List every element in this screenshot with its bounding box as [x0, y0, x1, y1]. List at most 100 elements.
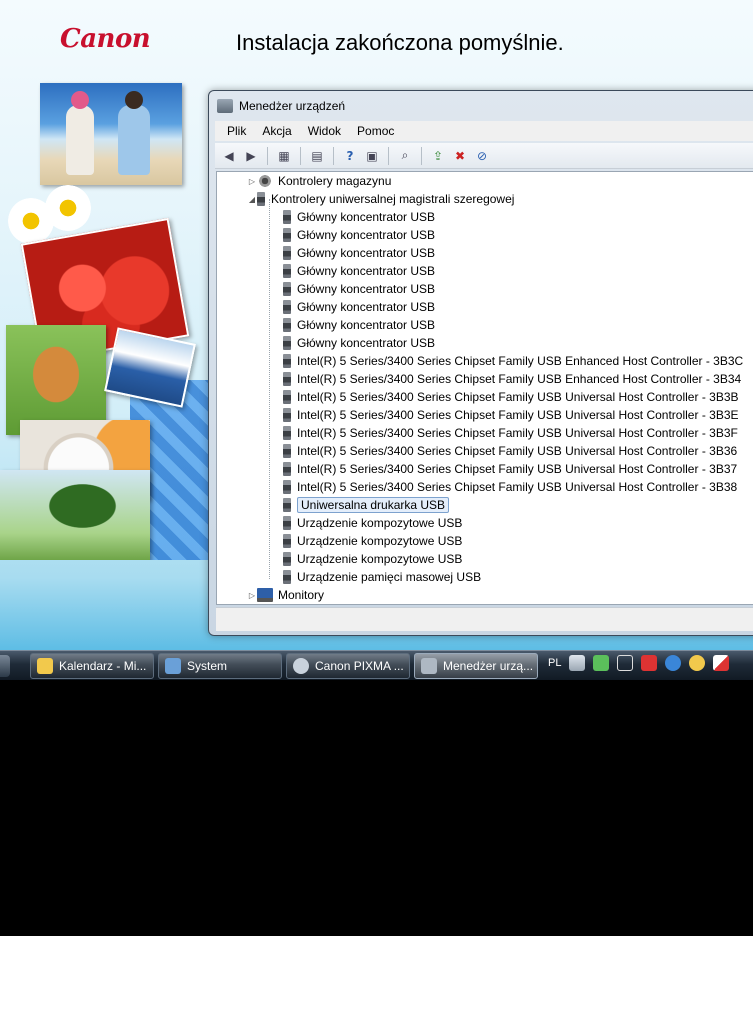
- taskbar-button-system[interactable]: System: [158, 653, 282, 679]
- tree-item-usb-printer-selected[interactable]: Uniwersalna drukarka USB: [283, 496, 450, 514]
- usb-icon: [283, 264, 291, 278]
- usb-icon: [283, 210, 291, 224]
- usb-icon: [283, 282, 291, 296]
- tree-item-usb-device[interactable]: Intel(R) 5 Series/3400 Series Chipset Fa…: [283, 406, 739, 424]
- keyboard-icon[interactable]: [569, 655, 586, 671]
- usb-icon: [283, 408, 291, 422]
- tree-item-usb-device[interactable]: Urządzenie kompozytowe USB: [283, 514, 462, 532]
- usb-icon: [283, 354, 291, 368]
- safely-remove-hardware-icon[interactable]: [593, 655, 610, 671]
- usb-icon: [283, 534, 291, 548]
- uninstall-device-icon[interactable]: ✖: [450, 147, 470, 165]
- tree-node-monitors[interactable]: ▷ Monitory: [247, 586, 324, 604]
- tree-item-usb-device[interactable]: Główny koncentrator USB: [283, 334, 435, 352]
- menu-file[interactable]: Plik: [221, 124, 252, 138]
- usb-icon: [283, 336, 291, 350]
- expand-arrow-icon[interactable]: ▷: [247, 177, 257, 186]
- installer-photo-collage: [0, 80, 215, 560]
- system-icon: [165, 658, 181, 674]
- tree-item-usb-device[interactable]: Urządzenie kompozytowe USB: [283, 550, 462, 568]
- forward-arrow-icon[interactable]: ▶: [241, 147, 261, 165]
- help-icon[interactable]: ?: [340, 147, 360, 165]
- calendar-tray-icon[interactable]: [689, 655, 706, 671]
- update-driver-icon[interactable]: ⇪: [428, 147, 448, 165]
- tree-item-usb-device[interactable]: Główny koncentrator USB: [283, 262, 435, 280]
- usb-icon: [283, 318, 291, 332]
- tree-node-storage-controllers[interactable]: ▷ Kontrolery magazynu: [247, 172, 391, 190]
- tree-photo: [0, 470, 150, 560]
- properties-icon[interactable]: ▤: [307, 147, 327, 165]
- canon-logo: Canon: [60, 24, 151, 54]
- device-manager-icon: [421, 658, 437, 674]
- tree-item-usb-device[interactable]: Intel(R) 5 Series/3400 Series Chipset Fa…: [283, 442, 737, 460]
- taskbar: Kalendarz - Mi... System Canon PIXMA ...…: [0, 650, 753, 680]
- lightning-icon[interactable]: [665, 655, 682, 671]
- scan-hardware-icon[interactable]: ⌕: [395, 147, 415, 165]
- menu-bar: Plik Akcja Widok Pomoc: [215, 121, 753, 141]
- collapse-arrow-icon[interactable]: ◢: [247, 195, 257, 204]
- menu-view[interactable]: Widok: [302, 124, 347, 138]
- white-area: [0, 936, 753, 1024]
- tree-item-usb-device[interactable]: Urządzenie pamięci masowej USB: [283, 568, 481, 586]
- device-tree[interactable]: ▷ Kontrolery magazynu ◢ Kontrolery uniwe…: [216, 171, 753, 605]
- tree-item-usb-device[interactable]: Główny koncentrator USB: [283, 226, 435, 244]
- system-tray: PL: [548, 655, 730, 671]
- device-manager-icon: [217, 99, 233, 113]
- tree-item-usb-device[interactable]: Intel(R) 5 Series/3400 Series Chipset Fa…: [283, 370, 741, 388]
- tree-item-usb-device[interactable]: Urządzenie kompozytowe USB: [283, 532, 462, 550]
- usb-icon: [283, 426, 291, 440]
- usb-icon: [283, 444, 291, 458]
- taskbar-button-device-manager[interactable]: Menedżer urzą...: [414, 653, 538, 679]
- toolbar: ◀ ▶ ▦ ▤ ? ▣ ⌕ ⇪ ✖ ⊘: [215, 143, 753, 169]
- usb-icon: [283, 516, 291, 530]
- menu-help[interactable]: Pomoc: [351, 124, 400, 138]
- status-bar: [216, 607, 753, 631]
- dog-photo: [6, 325, 106, 435]
- tree-item-usb-device[interactable]: Główny koncentrator USB: [283, 244, 435, 262]
- tree-item-usb-device[interactable]: Intel(R) 5 Series/3400 Series Chipset Fa…: [283, 388, 739, 406]
- start-button[interactable]: [0, 655, 10, 677]
- desktop: Canon Instalacja zakończona pomyślnie. M…: [0, 0, 753, 680]
- usb-icon: [257, 192, 265, 206]
- tree-item-usb-device[interactable]: Główny koncentrator USB: [283, 298, 435, 316]
- daisy-image: [45, 185, 91, 231]
- monitor-icon: [257, 588, 273, 602]
- storage-controller-icon: [257, 174, 273, 188]
- tree-item-usb-device[interactable]: Intel(R) 5 Series/3400 Series Chipset Fa…: [283, 352, 743, 370]
- windows-icon[interactable]: [617, 655, 634, 671]
- usb-icon: [283, 462, 291, 476]
- usb-icon: [283, 552, 291, 566]
- tree-item-usb-device[interactable]: Główny koncentrator USB: [283, 208, 435, 226]
- tree-item-usb-device[interactable]: Intel(R) 5 Series/3400 Series Chipset Fa…: [283, 478, 737, 496]
- taskbar-button-canon-installer[interactable]: Canon PIXMA ...: [286, 653, 410, 679]
- tree-node-usb-controllers[interactable]: ◢ Kontrolery uniwersalnej magistrali sze…: [247, 190, 514, 208]
- device-manager-window[interactable]: Menedżer urządzeń Plik Akcja Widok Pomoc…: [208, 90, 753, 636]
- boat-photo: [104, 327, 196, 408]
- volume-icon[interactable]: [641, 655, 658, 671]
- usb-icon: [283, 480, 291, 494]
- window-title: Menedżer urządzeń: [239, 99, 346, 113]
- installation-complete-title: Instalacja zakończona pomyślnie.: [236, 30, 564, 55]
- window-title-bar[interactable]: Menedżer urządzeń: [217, 97, 345, 115]
- action-center-icon[interactable]: [713, 655, 730, 671]
- tree-item-usb-device[interactable]: Główny koncentrator USB: [283, 280, 435, 298]
- calendar-icon: [37, 658, 53, 674]
- usb-icon: [283, 498, 291, 512]
- view-icon[interactable]: ▣: [362, 147, 382, 165]
- console-tree-icon[interactable]: ▦: [274, 147, 294, 165]
- tree-item-usb-device[interactable]: Intel(R) 5 Series/3400 Series Chipset Fa…: [283, 460, 737, 478]
- usb-icon: [283, 570, 291, 584]
- tree-item-usb-device[interactable]: Intel(R) 5 Series/3400 Series Chipset Fa…: [283, 424, 738, 442]
- canon-installer-icon: [293, 658, 309, 674]
- tree-item-usb-device[interactable]: Główny koncentrator USB: [283, 316, 435, 334]
- back-arrow-icon[interactable]: ◀: [219, 147, 239, 165]
- expand-arrow-icon[interactable]: ▷: [247, 591, 257, 600]
- black-area: [0, 680, 753, 936]
- taskbar-button-calendar[interactable]: Kalendarz - Mi...: [30, 653, 154, 679]
- menu-action[interactable]: Akcja: [256, 124, 297, 138]
- language-indicator[interactable]: PL: [548, 657, 561, 669]
- disable-device-icon[interactable]: ⊘: [472, 147, 492, 165]
- usb-icon: [283, 246, 291, 260]
- usb-icon: [283, 372, 291, 386]
- usb-icon: [283, 300, 291, 314]
